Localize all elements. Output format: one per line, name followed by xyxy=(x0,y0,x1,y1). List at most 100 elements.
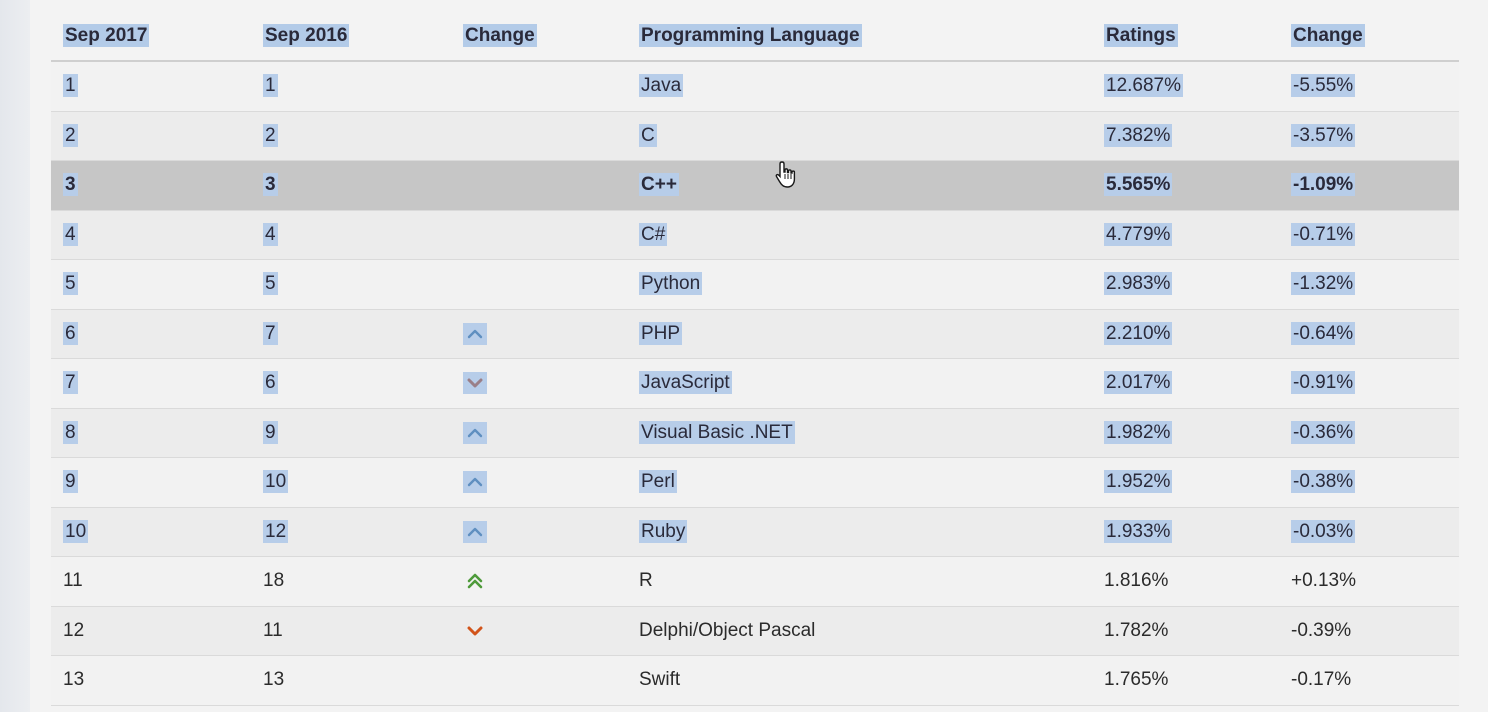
rank-2017-cell: 4 xyxy=(51,210,251,260)
chevron-up-icon xyxy=(463,520,487,543)
rating-cell: 1.782% xyxy=(1092,606,1279,656)
language-name-cell: Perl xyxy=(627,457,1092,508)
language-ranking-table: Sep 2017 Sep 2016 Change Programming Lan… xyxy=(51,12,1459,706)
rank-2017-cell: 10 xyxy=(51,507,251,557)
language-name-cell: Swift xyxy=(627,655,1092,706)
rank-2017-cell: 13 xyxy=(51,655,251,706)
language-name-cell: C# xyxy=(627,210,1092,260)
rank-2016-cell: 9 xyxy=(251,408,451,458)
language-name-cell: Ruby xyxy=(627,507,1092,557)
chevron-up-icon xyxy=(463,471,487,494)
rating-cell: 1.982% xyxy=(1092,408,1279,458)
language-name-cell: Java xyxy=(627,61,1092,112)
table-row[interactable]: 2 2 C 7.382% -3.57% xyxy=(51,111,1459,161)
chevron-up-icon xyxy=(463,421,487,444)
rating-cell: 12.687% xyxy=(1092,61,1279,112)
rating-cell: 1.816% xyxy=(1092,556,1279,607)
tiobe-index-page: Sep 2017 Sep 2016 Change Programming Lan… xyxy=(30,0,1488,712)
table-row[interactable]: 11 18 R 1.816% +0.13% xyxy=(51,556,1459,607)
trend-cell xyxy=(451,259,627,310)
language-name-cell: C xyxy=(627,111,1092,161)
table-header-row: Sep 2017 Sep 2016 Change Programming Lan… xyxy=(51,12,1459,62)
rank-2017-cell: 6 xyxy=(51,309,251,359)
rating-change-cell: -0.64% xyxy=(1279,309,1459,359)
rating-cell: 5.565% xyxy=(1092,160,1279,211)
trend-cell xyxy=(451,408,627,458)
language-name-cell: Delphi/Object Pascal xyxy=(627,606,1092,656)
trend-cell xyxy=(451,61,627,112)
rank-2017-cell: 11 xyxy=(51,556,251,607)
rank-2016-cell: 12 xyxy=(251,507,451,557)
rating-change-cell: -3.57% xyxy=(1279,111,1459,161)
hand-pointer-cursor-icon xyxy=(775,161,796,188)
rating-cell: 1.765% xyxy=(1092,655,1279,706)
table-row[interactable]: 1 1 Java 12.687% -5.55% xyxy=(51,61,1459,112)
rank-2017-cell: 9 xyxy=(51,457,251,508)
left-gutter xyxy=(0,0,31,712)
rating-change-cell: -0.38% xyxy=(1279,457,1459,508)
table-row[interactable]: 7 6 JavaScript 2.017% -0.91% xyxy=(51,358,1459,409)
rating-change-cell: -0.03% xyxy=(1279,507,1459,557)
table-row[interactable]: 3 3 C++ 5.565% -1.09% xyxy=(51,160,1459,211)
trend-cell xyxy=(451,507,627,557)
rating-change-cell: -0.91% xyxy=(1279,358,1459,409)
trend-cell xyxy=(451,556,627,607)
language-name-cell: R xyxy=(627,556,1092,607)
chevron-up-icon xyxy=(463,322,487,345)
language-name-cell: JavaScript xyxy=(627,358,1092,409)
header-change: Change xyxy=(451,12,627,62)
header-sep-2017: Sep 2017 xyxy=(51,12,251,62)
header-sep-2016: Sep 2016 xyxy=(251,12,451,62)
rating-change-cell: -5.55% xyxy=(1279,61,1459,112)
rank-2016-cell: 2 xyxy=(251,111,451,161)
rating-cell: 1.933% xyxy=(1092,507,1279,557)
rating-change-cell: -0.36% xyxy=(1279,408,1459,458)
rank-2016-cell: 10 xyxy=(251,457,451,508)
trend-cell xyxy=(451,160,627,211)
header-ratings: Ratings xyxy=(1092,12,1279,62)
rank-2016-cell: 6 xyxy=(251,358,451,409)
rating-cell: 4.779% xyxy=(1092,210,1279,260)
rank-2016-cell: 11 xyxy=(251,606,451,656)
rating-change-cell: -0.71% xyxy=(1279,210,1459,260)
rank-2017-cell: 8 xyxy=(51,408,251,458)
trend-cell xyxy=(451,358,627,409)
table-row[interactable]: 6 7 PHP 2.210% -0.64% xyxy=(51,309,1459,359)
double-chevron-up-icon xyxy=(463,570,487,592)
table-row[interactable]: 5 5 Python 2.983% -1.32% xyxy=(51,259,1459,310)
rating-change-cell: +0.13% xyxy=(1279,556,1459,607)
header-rating-change: Change xyxy=(1279,12,1459,62)
table-row[interactable]: 4 4 C# 4.779% -0.71% xyxy=(51,210,1459,260)
table-row[interactable]: 9 10 Perl 1.952% -0.38% xyxy=(51,457,1459,508)
rating-cell: 1.952% xyxy=(1092,457,1279,508)
rank-2016-cell: 7 xyxy=(251,309,451,359)
trend-cell xyxy=(451,457,627,508)
language-name-cell: C++ xyxy=(627,160,1092,211)
language-name-cell: Visual Basic .NET xyxy=(627,408,1092,458)
header-programming-language: Programming Language xyxy=(627,12,1092,62)
table-row[interactable]: 8 9 Visual Basic .NET 1.982% -0.36% xyxy=(51,408,1459,458)
trend-cell xyxy=(451,210,627,260)
rating-cell: 7.382% xyxy=(1092,111,1279,161)
rank-2017-cell: 7 xyxy=(51,358,251,409)
language-name-cell: Python xyxy=(627,259,1092,310)
rank-2016-cell: 4 xyxy=(251,210,451,260)
trend-cell xyxy=(451,655,627,706)
trend-cell xyxy=(451,309,627,359)
rating-cell: 2.210% xyxy=(1092,309,1279,359)
rating-cell: 2.983% xyxy=(1092,259,1279,310)
rank-2016-cell: 18 xyxy=(251,556,451,607)
rank-2017-cell: 12 xyxy=(51,606,251,656)
rank-2017-cell: 3 xyxy=(51,160,251,211)
table-row[interactable]: 10 12 Ruby 1.933% -0.03% xyxy=(51,507,1459,557)
trend-cell xyxy=(451,111,627,161)
rank-2017-cell: 2 xyxy=(51,111,251,161)
trend-cell xyxy=(451,606,627,656)
rank-2017-cell: 5 xyxy=(51,259,251,310)
rating-change-cell: -0.17% xyxy=(1279,655,1459,706)
rank-2016-cell: 5 xyxy=(251,259,451,310)
rank-2016-cell: 1 xyxy=(251,61,451,112)
language-name-cell: PHP xyxy=(627,309,1092,359)
table-row[interactable]: 12 11 Delphi/Object Pascal 1.782% -0.39% xyxy=(51,606,1459,656)
table-row[interactable]: 13 13 Swift 1.765% -0.17% xyxy=(51,655,1459,706)
